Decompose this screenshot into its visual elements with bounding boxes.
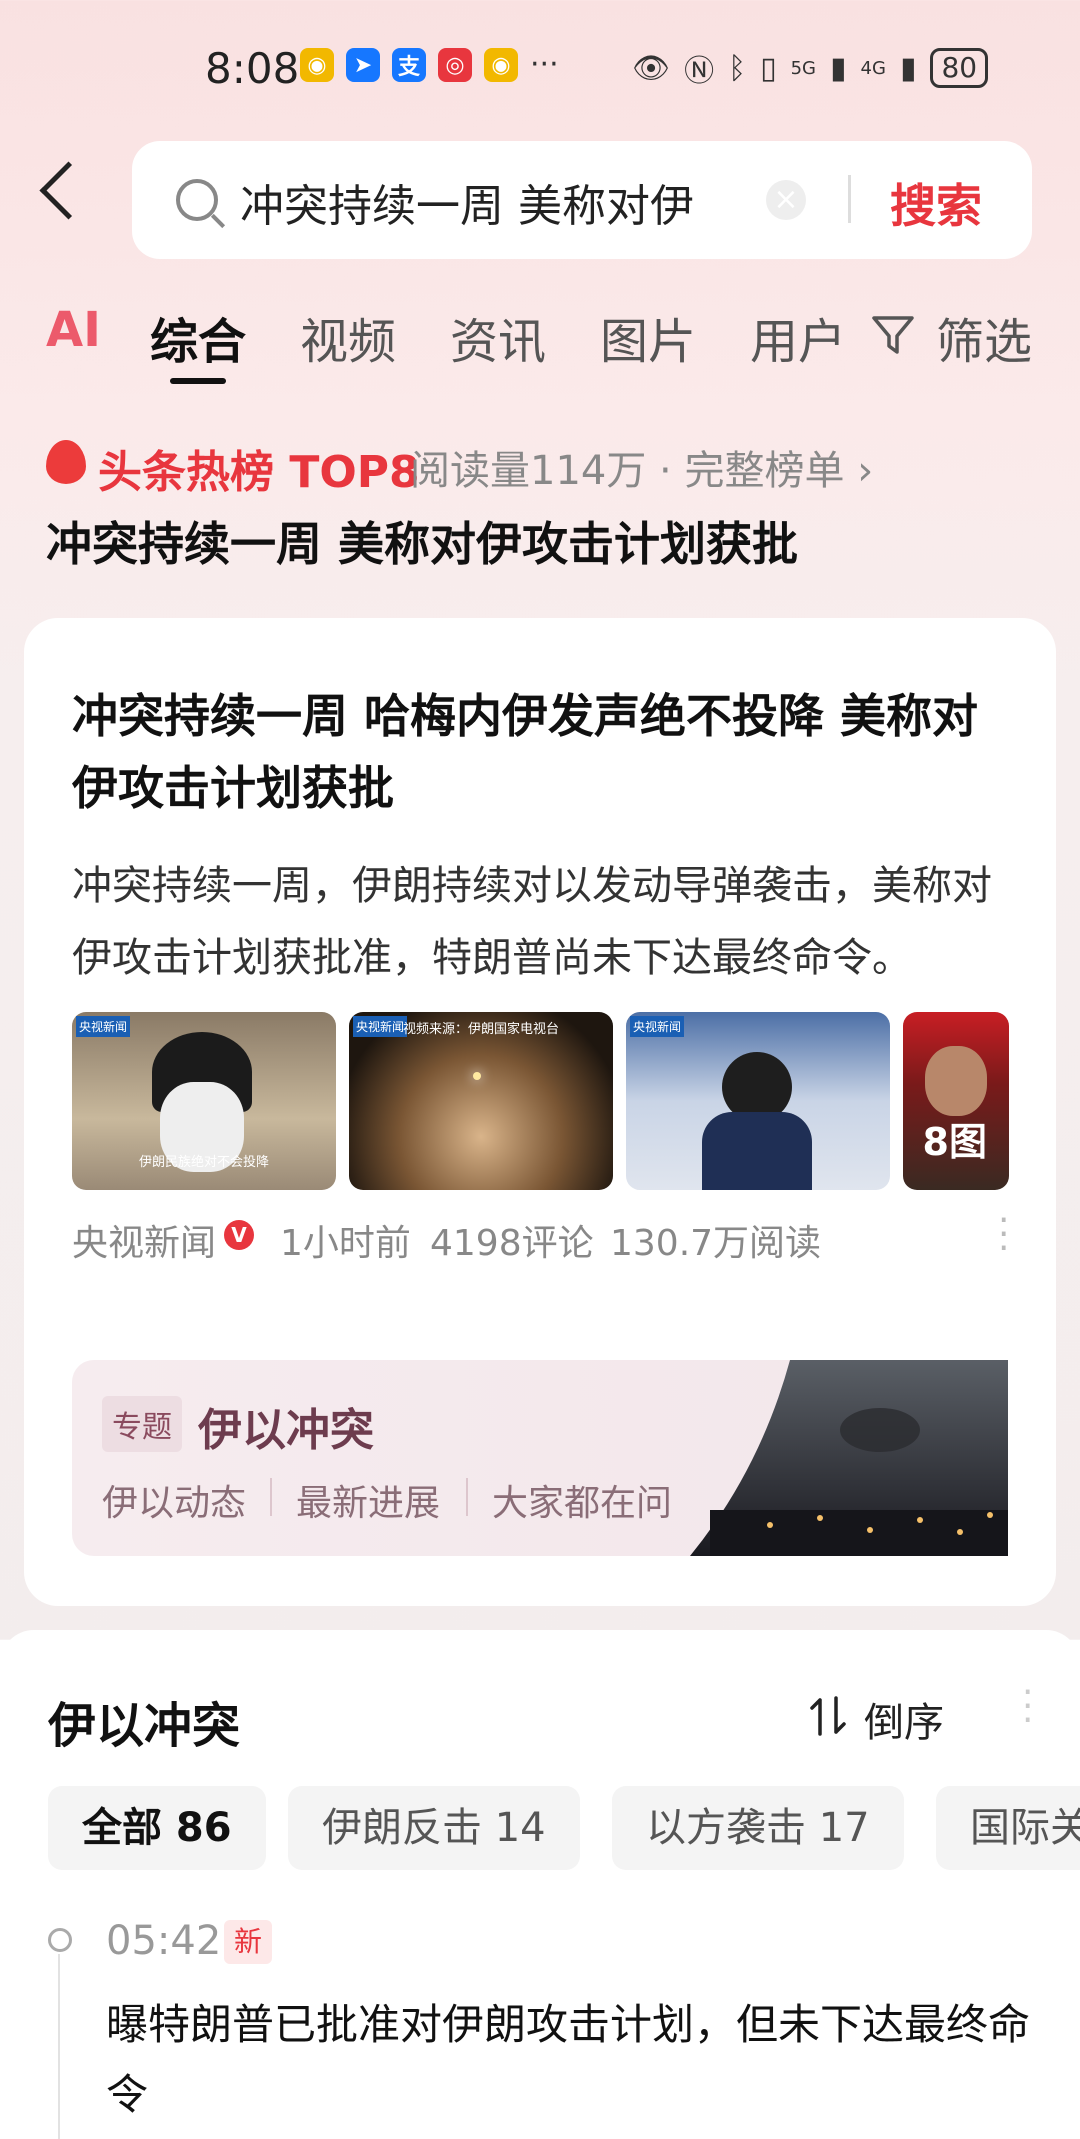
timeline-dot [48,1928,72,1952]
thumb-caption: 视频来源：伊朗国家电视台 [402,1022,559,1037]
topic-link-dynamics[interactable]: 伊以动态 [102,1474,246,1526]
weibo-icon: ◉ [300,48,334,82]
sort-icon[interactable] [808,1694,848,1738]
article-summary[interactable]: 冲突持续一周，伊朗持续对以发动导弹袭击，美称对伊攻击计划获批准，特朗普尚未下达最… [72,850,1012,994]
thumb-badge: 央视新闻 [76,1016,131,1037]
back-icon[interactable] [39,161,98,220]
missile-flare [473,1072,481,1080]
article-comments: 4198评论 [430,1223,594,1264]
search-input[interactable]: 冲突持续一周 美称对伊 [240,170,740,234]
alipay-icon: 支 [392,48,426,82]
topic-link-questions[interactable]: 大家都在问 [492,1474,672,1526]
search-divider [848,175,851,223]
new-badge: 新 [224,1920,272,1964]
article-reads: 130.7万阅读 [610,1223,822,1264]
more-options-icon[interactable]: · · · [1022,1675,1033,1739]
tab-comprehensive[interactable]: 综合 [150,302,246,372]
topic-title[interactable]: 伊以冲突 [198,1394,374,1458]
timeline-line [58,1954,60,2139]
topic-separator [466,1478,468,1516]
signal-4g: 4G [860,57,886,79]
chip-israel-strikes[interactable]: 以方袭击 17 [612,1786,904,1870]
person-image [925,1046,987,1116]
timeline-time: 05:42 [106,1918,222,1964]
active-tab-indicator [170,378,226,384]
topic-image [690,1360,1008,1556]
reporter-image [702,1112,812,1190]
search-icon [176,179,218,221]
article-image-4[interactable]: 8图 [903,1012,1009,1190]
topic-separator [270,1478,272,1516]
section-title: 伊以冲突 [48,1698,241,1754]
tab-users[interactable]: 用户 [750,302,846,372]
chip-iran-counterattack[interactable]: 伊朗反击 14 [288,1786,580,1870]
app-icon: ◎ [438,48,472,82]
hot-topic-title[interactable]: 冲突持续一周 美称对伊攻击计划获批 [46,508,798,574]
chip-all[interactable]: 全部 86 [48,1786,266,1870]
tab-images[interactable]: 图片 [600,302,696,372]
article-image-3[interactable]: 央视新闻 [626,1012,890,1190]
tab-news[interactable]: 资讯 [450,302,546,372]
bluetooth-icon: ᛒ [728,50,747,86]
thumb-caption: 伊朗民族绝对不会投降 [138,1155,269,1170]
timeline-item-text[interactable]: 曝特朗普已批准对伊朗攻击计划，但未下达最终命令 [106,1990,1036,2130]
image-count: 8图 [922,1120,987,1164]
hot-list-meta[interactable]: 阅读量114万 · 完整榜单 › [410,438,873,496]
tab-filter[interactable]: 筛选 [936,302,1032,372]
article-title[interactable]: 冲突持续一周 哈梅内伊发声绝不投降 美称对伊攻击计划获批 [72,680,1012,824]
signal-icon: ▮ [899,50,917,86]
status-app-icons: ◉ ➤ 支 ◎ ◉ ··· [300,48,559,82]
topic-tag: 专题 [102,1396,182,1452]
article-image-1[interactable]: 央视新闻 伊朗民族绝对不会投降 [72,1012,336,1190]
hot-list-label[interactable]: 头条热榜 TOP8 [98,436,420,500]
map-icon: ➤ [346,48,380,82]
status-indicators: 👁 Ⓝ ᛒ ▯ 5G ▮ 4G ▮ 80 [632,46,989,90]
more-notifications: ··· [530,47,559,82]
flame-icon [46,440,86,484]
search-button[interactable]: 搜索 [890,170,982,236]
signal-icon: ▮ [830,50,847,86]
topic-link-progress[interactable]: 最新进展 [296,1474,440,1526]
city-night-image [690,1360,1008,1556]
tab-ai[interactable]: AI [46,302,101,358]
thumb-badge: 央视新闻 [630,1016,685,1037]
more-options-icon[interactable]: · · · [998,1203,1009,1267]
sort-button[interactable]: 倒序 [864,1690,944,1748]
tab-video[interactable]: 视频 [300,302,396,372]
eye-icon: 👁 [632,50,671,86]
weibo-icon: ◉ [484,48,518,82]
nfc-icon: Ⓝ [684,54,715,89]
signal-5g: 5G [790,57,817,79]
battery-level: 80 [930,48,989,88]
filter-icon[interactable] [870,312,916,358]
article-time: 1小时前 [280,1223,411,1264]
vibrate-icon: ▯ [760,50,777,86]
article-source[interactable]: 央视新闻 [72,1214,216,1266]
clear-icon[interactable]: × [766,180,806,220]
chip-international[interactable]: 国际关 [936,1786,1080,1870]
article-image-2[interactable]: 央视新闻 视频来源：伊朗国家电视台 [349,1012,613,1190]
status-time: 8:08 [205,44,300,93]
verified-badge: V [224,1220,254,1250]
